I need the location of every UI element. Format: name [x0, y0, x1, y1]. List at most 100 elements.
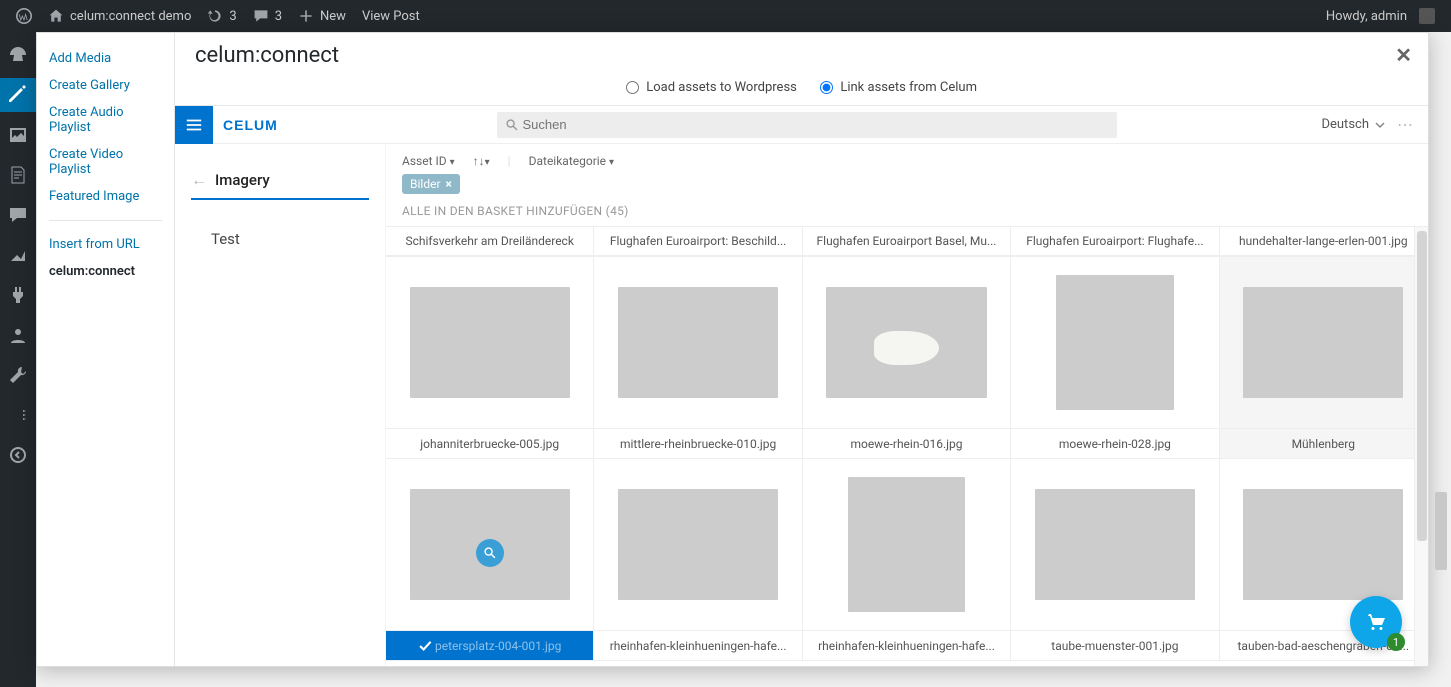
page-scrollbar-thumb[interactable]: [1435, 492, 1447, 570]
check-icon: [418, 639, 432, 653]
sidebar-insert-url[interactable]: Insert from URL: [49, 231, 162, 258]
view-post[interactable]: View Post: [354, 9, 428, 24]
page-scrollbar[interactable]: [1433, 52, 1449, 667]
menu-tools[interactable]: [0, 358, 36, 392]
comments[interactable]: 3: [245, 8, 290, 24]
chip-remove-icon[interactable]: ×: [446, 177, 452, 191]
chip-label: Bilder: [410, 177, 441, 191]
asset-caption: hundehalter-lange-erlen-001.jpg: [1220, 227, 1427, 256]
wp-logo[interactable]: [8, 8, 40, 24]
asset-caption: Schifsverkehr am Dreiländereck: [386, 227, 593, 256]
asset-caption: Flughafen Euroairport: Flughafe...: [1011, 227, 1218, 256]
radio-link-label: Link assets from Celum: [840, 80, 977, 95]
sort-direction[interactable]: ↑↓▾: [473, 154, 490, 168]
asset-caption: johanniterbruecke-005.jpg: [386, 428, 593, 458]
tab-test[interactable]: Test: [191, 224, 369, 257]
asset-cell[interactable]: moewe-rhein-028.jpg: [1011, 257, 1219, 459]
menu-dashboard[interactable]: [0, 38, 36, 72]
menu-posts[interactable]: [0, 78, 36, 112]
asset-cell[interactable]: hundehalter-lange-erlen-001.jpg: [1220, 227, 1428, 257]
separator: [49, 220, 162, 221]
sidebar-celum-connect[interactable]: celum:connect: [49, 258, 162, 285]
celum-logo: CELUM: [223, 116, 293, 134]
more-menu[interactable]: ⋯: [1397, 115, 1414, 134]
updates[interactable]: 3: [199, 8, 244, 24]
basket-button[interactable]: 1: [1350, 596, 1402, 648]
asset-cell[interactable]: rheinhafen-kleinhueningen-hafe...: [594, 459, 802, 661]
site-name-text: celum:connect demo: [70, 9, 191, 24]
asset-cell[interactable]: taube-muenster-001.jpg: [1011, 459, 1219, 661]
new-content[interactable]: New: [290, 8, 354, 24]
radio-load-assets[interactable]: Load assets to Wordpress: [626, 80, 797, 95]
menu-users[interactable]: [0, 318, 36, 352]
asset-caption: rheinhafen-kleinhueningen-hafe...: [594, 630, 801, 660]
asset-caption: Flughafen Euroairport: Beschild...: [594, 227, 801, 256]
sidebar-add-media[interactable]: Add Media: [49, 45, 162, 72]
category-dropdown[interactable]: Dateikategorie ▾: [529, 154, 614, 168]
asset-cell[interactable]: Mühlenberg: [1220, 257, 1428, 459]
asset-cell[interactable]: Flughafen Euroairport: Flughafe...: [1011, 227, 1219, 257]
sort-dropdown[interactable]: Asset ID ▾: [402, 154, 455, 168]
search-icon: [505, 118, 519, 132]
asset-thumb: [410, 287, 570, 398]
modal-close-button[interactable]: ✕: [1395, 43, 1412, 67]
modal-title: celum:connect: [195, 43, 339, 68]
howdy[interactable]: Howdy, admin: [1318, 8, 1443, 24]
new-label: New: [320, 9, 346, 24]
grid-scrollbar[interactable]: [1414, 227, 1428, 666]
filter-row: Asset ID ▾ ↑↓▾ | Dateikategorie ▾: [386, 144, 1428, 174]
asset-thumb: [1056, 275, 1173, 410]
asset-cell[interactable]: johanniterbruecke-005.jpg: [386, 257, 594, 459]
menu-settings[interactable]: [0, 398, 36, 432]
zoom-icon: [483, 546, 497, 560]
radio-load-label: Load assets to Wordpress: [646, 80, 797, 95]
menu-pages[interactable]: [0, 158, 36, 192]
language-selector[interactable]: Deutsch: [1321, 117, 1385, 132]
media-modal-sidebar: Add Media Create Gallery Create Audio Pl…: [37, 33, 175, 666]
celum-topbar: CELUM Deutsch ⋯: [175, 106, 1428, 144]
site-name[interactable]: celum:connect demo: [40, 8, 199, 24]
hamburger-button[interactable]: [175, 106, 213, 144]
asset-thumb: [826, 287, 986, 398]
svg-text:CELUM: CELUM: [223, 117, 278, 133]
asset-cell[interactable]: Flughafen Euroairport Basel, Mu...: [803, 227, 1011, 257]
asset-cell[interactable]: Schifsverkehr am Dreiländereck: [386, 227, 594, 257]
asset-cell-selected[interactable]: petersplatz-004-001.jpg: [386, 459, 594, 661]
sidebar-create-gallery[interactable]: Create Gallery: [49, 72, 162, 99]
menu-comments[interactable]: [0, 198, 36, 232]
howdy-text: Howdy, admin: [1326, 9, 1407, 24]
asset-cell[interactable]: moewe-rhein-016.jpg: [803, 257, 1011, 459]
modal-main: ✕ celum:connect Load assets to Wordpress…: [175, 33, 1428, 666]
sidebar-featured-image[interactable]: Featured Image: [49, 183, 162, 210]
tab-imagery[interactable]: ← Imagery: [191, 164, 369, 200]
menu-appearance[interactable]: [0, 238, 36, 272]
separator: |: [508, 154, 511, 168]
search-box[interactable]: [497, 112, 1117, 138]
asset-cell[interactable]: Flughafen Euroairport: Beschild...: [594, 227, 802, 257]
menu-collapse[interactable]: [0, 438, 36, 472]
asset-cell[interactable]: mittlere-rheinbruecke-010.jpg: [594, 257, 802, 459]
zoom-badge[interactable]: [476, 539, 504, 567]
asset-caption: moewe-rhein-028.jpg: [1011, 428, 1218, 458]
sidebar-create-video[interactable]: Create Video Playlist: [49, 141, 162, 183]
menu-plugins[interactable]: [0, 278, 36, 312]
menu-media[interactable]: [0, 118, 36, 152]
asset-cell[interactable]: rheinhafen-kleinhueningen-hafe...: [803, 459, 1011, 661]
filter-chip-bilder[interactable]: Bilder ×: [402, 174, 460, 194]
asset-thumb: [618, 489, 778, 600]
asset-caption-text: petersplatz-004-001.jpg: [435, 639, 561, 653]
search-input[interactable]: [522, 117, 1109, 132]
scrollbar-thumb[interactable]: [1417, 231, 1427, 541]
category-label: Dateikategorie: [529, 154, 606, 168]
cart-icon: [1364, 610, 1388, 634]
asset-caption: moewe-rhein-016.jpg: [803, 428, 1010, 458]
wp-admin-menu: [0, 32, 36, 687]
add-all-to-basket[interactable]: ALLE IN DEN BASKET HINZUFÜGEN (45): [386, 200, 1428, 226]
celum-tabs: ← Imagery Test: [175, 144, 385, 666]
grid-scroll[interactable]: Schifsverkehr am Dreiländereck Flughafen…: [386, 226, 1428, 666]
tab-imagery-label: Imagery: [215, 171, 270, 189]
wp-admin-bar: celum:connect demo 3 3 New View Post How…: [0, 0, 1451, 32]
asset-caption: Flughafen Euroairport Basel, Mu...: [803, 227, 1010, 256]
radio-link-assets[interactable]: Link assets from Celum: [820, 80, 977, 95]
sidebar-create-audio[interactable]: Create Audio Playlist: [49, 99, 162, 141]
